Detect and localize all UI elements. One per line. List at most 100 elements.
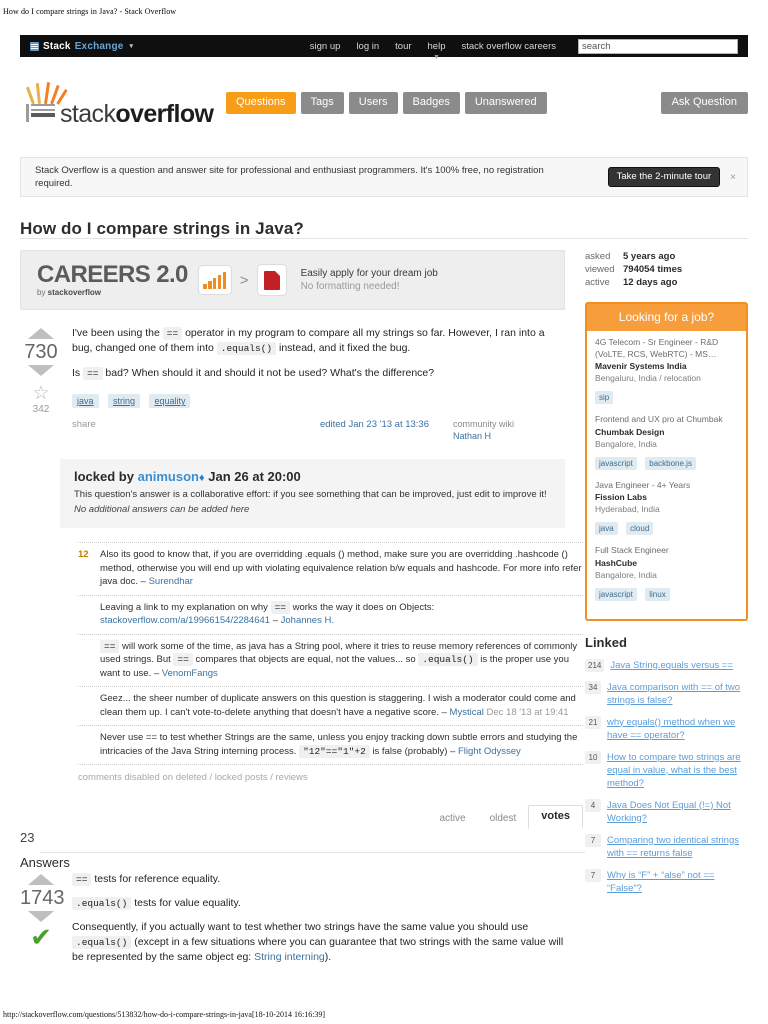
site-header: stackoverflow Questions Tags Users Badge… [20, 78, 748, 130]
stack-exchange-topbar: Stack Exchange ▾ sign up log in tour help… [20, 35, 748, 61]
job-tag[interactable]: javascript [595, 456, 637, 470]
linked-title[interactable]: How to compare two strings are equal in … [601, 751, 748, 790]
job-company: Chumbak Design [595, 426, 665, 437]
share-link[interactable]: share [72, 419, 96, 430]
job-tag[interactable]: backbone.js [645, 456, 696, 470]
comment-score [78, 601, 100, 628]
comment-code: == [270, 600, 290, 614]
careers-copy-line2: No formatting needed! [300, 281, 400, 292]
topbar-nav: sign up log in tour help ▼ stack overflo… [302, 38, 748, 61]
downvote-icon[interactable] [28, 365, 54, 376]
search-input[interactable]: search [578, 38, 738, 54]
a-p2-code: .equals() [72, 897, 132, 910]
linked-question[interactable]: 214 Java String.equals versus == [585, 658, 748, 672]
job-item[interactable]: Full Stack Engineer HashCube Bangalore, … [595, 545, 738, 602]
linked-title[interactable]: Java String.equals versus == [604, 659, 733, 672]
job-title: Full Stack Engineer [595, 545, 669, 555]
sort-tab-votes[interactable]: votes [528, 805, 583, 829]
linked-question[interactable]: 7 Comparing two identical strings with =… [585, 833, 748, 860]
job-location: Bangalore, India [595, 438, 657, 449]
tab-unanswered[interactable]: Unanswered [464, 92, 547, 114]
ask-question-button[interactable]: Ask Question [660, 92, 748, 114]
take-tour-button[interactable]: Take the 2-minute tour [607, 167, 721, 187]
chevron-down-icon[interactable]: ▾ [130, 42, 134, 50]
comment-external-link[interactable]: stackoverflow.com/a/19966154/2284641 [100, 615, 270, 626]
job-item[interactable]: 4G Telecom - Sr Engineer - R&D (VoLTE, R… [595, 337, 738, 405]
community-wiki-block: community wiki Nathan H [453, 419, 565, 441]
tag-string[interactable]: string [107, 394, 140, 408]
favorite-star-icon[interactable]: ☆ [20, 384, 62, 404]
se-logo-exchange: Exchange [74, 40, 124, 52]
tag-java[interactable]: java [72, 394, 99, 408]
downvote-icon[interactable] [28, 911, 54, 922]
comment-user-link[interactable]: Johannes H. [281, 615, 334, 626]
upvote-icon[interactable] [28, 328, 54, 339]
locked-prefix: locked by [74, 469, 134, 484]
nav-tour[interactable]: tour [387, 38, 419, 55]
comment-user-link[interactable]: Mystical [450, 707, 484, 718]
linked-title[interactable]: Java Does Not Equal (!=) Not Working? [601, 799, 748, 825]
question-meta: share edited Jan 23 '13 at 13:36 communi… [72, 419, 565, 441]
tag-equality[interactable]: equality [149, 394, 191, 408]
answers-count: 23 [20, 830, 35, 845]
a-p2-text: tests for value equality. [131, 897, 241, 909]
job-item[interactable]: Frontend and UX pro at Chumbak Chumbak D… [595, 414, 738, 471]
job-tag[interactable]: sip [595, 391, 614, 404]
linked-question[interactable]: 34 Java comparison with == of two string… [585, 680, 748, 707]
linked-title[interactable]: Comparing two identical strings with == … [601, 834, 748, 860]
answer-sort-tabs: active oldest votes [427, 805, 583, 829]
linked-score: 214 [585, 658, 605, 672]
comment-score [78, 731, 100, 758]
locked-heading: locked by animuson♦ Jan 26 at 20:00 [74, 469, 551, 484]
stack-exchange-logo[interactable]: Stack Exchange ▾ [30, 41, 133, 52]
comment-user-link[interactable]: Flight Odyssey [458, 746, 521, 757]
string-interning-link[interactable]: String interning [254, 951, 325, 963]
favorite-count: 342 [32, 404, 50, 415]
job-list: 4G Telecom - Sr Engineer - R&D (VoLTE, R… [587, 331, 746, 619]
job-tag[interactable]: linux [645, 587, 670, 601]
main-content: CAREERS 2.0 by stackoverflow > Easily ap… [20, 250, 583, 829]
job-tag[interactable]: cloud [626, 522, 654, 535]
comment-user-link[interactable]: Surendhar [149, 576, 193, 587]
comment-user-link[interactable]: VenomFangs [162, 668, 218, 679]
job-tag[interactable]: java [595, 522, 618, 535]
tab-tags[interactable]: Tags [300, 92, 344, 114]
nav-log-in[interactable]: log in [348, 38, 387, 55]
careers-ad-banner[interactable]: CAREERS 2.0 by stackoverflow > Easily ap… [20, 250, 565, 310]
nav-stack-overflow-careers[interactable]: stack overflow careers [453, 38, 564, 55]
a-p3-text-c: ). [324, 951, 332, 963]
sort-tab-oldest[interactable]: oldest [478, 809, 529, 829]
comment-item: 12 Also its good to know that, if you ar… [78, 542, 583, 595]
answer-post: 1743 ✔ == tests for reference equality. … [20, 872, 565, 974]
pdf-mark [263, 270, 280, 290]
locked-by-user[interactable]: animuson [138, 469, 199, 484]
upvote-icon[interactable] [28, 874, 54, 885]
sort-tab-active[interactable]: active [427, 809, 477, 829]
linked-question[interactable]: 7 Why is “F” + “alse” not == “False”? [585, 868, 748, 895]
locked-line-2: No additional answers can be added here [74, 504, 250, 515]
comment-item: Geez... the sheer number of duplicate an… [78, 686, 583, 725]
linked-title[interactable]: Java comparison with == of two strings i… [601, 681, 748, 707]
job-location: Bangalore, India [595, 569, 657, 580]
nav-sign-up[interactable]: sign up [302, 38, 349, 55]
tab-users[interactable]: Users [348, 92, 398, 114]
job-item[interactable]: Java Engineer - 4+ Years Fission Labs Hy… [595, 480, 738, 537]
linked-question[interactable]: 4 Java Does Not Equal (!=) Not Working? [585, 798, 748, 825]
comment-date: Dec 18 '13 at 19:41 [486, 706, 569, 718]
wiki-user-link[interactable]: Nathan H [453, 431, 565, 441]
linked-title[interactable]: why equals() method when we have == oper… [601, 716, 748, 742]
edited-timestamp[interactable]: edited Jan 23 '13 at 13:36 [320, 419, 429, 430]
tab-badges[interactable]: Badges [402, 92, 460, 114]
a-p3-text-a: Consequently, if you actually want to te… [72, 921, 529, 933]
comment-text-2: works the way it does on Objects: [289, 601, 435, 613]
tab-questions[interactable]: Questions [226, 92, 296, 114]
job-tag[interactable]: javascript [595, 587, 637, 601]
stackoverflow-logo[interactable]: stackoverflow [20, 78, 214, 128]
linked-question[interactable]: 10 How to compare two strings are equal … [585, 750, 748, 790]
linked-title[interactable]: Why is “F” + “alse” not == “False”? [601, 869, 748, 895]
page-title: How do I compare strings in Java? [20, 219, 304, 239]
comment-text: Leaving a link to my explanation on why [100, 601, 271, 613]
nav-help[interactable]: help ▼ [420, 38, 454, 61]
linked-question[interactable]: 21 why equals() method when we have == o… [585, 715, 748, 742]
close-icon[interactable]: × [720, 172, 747, 183]
